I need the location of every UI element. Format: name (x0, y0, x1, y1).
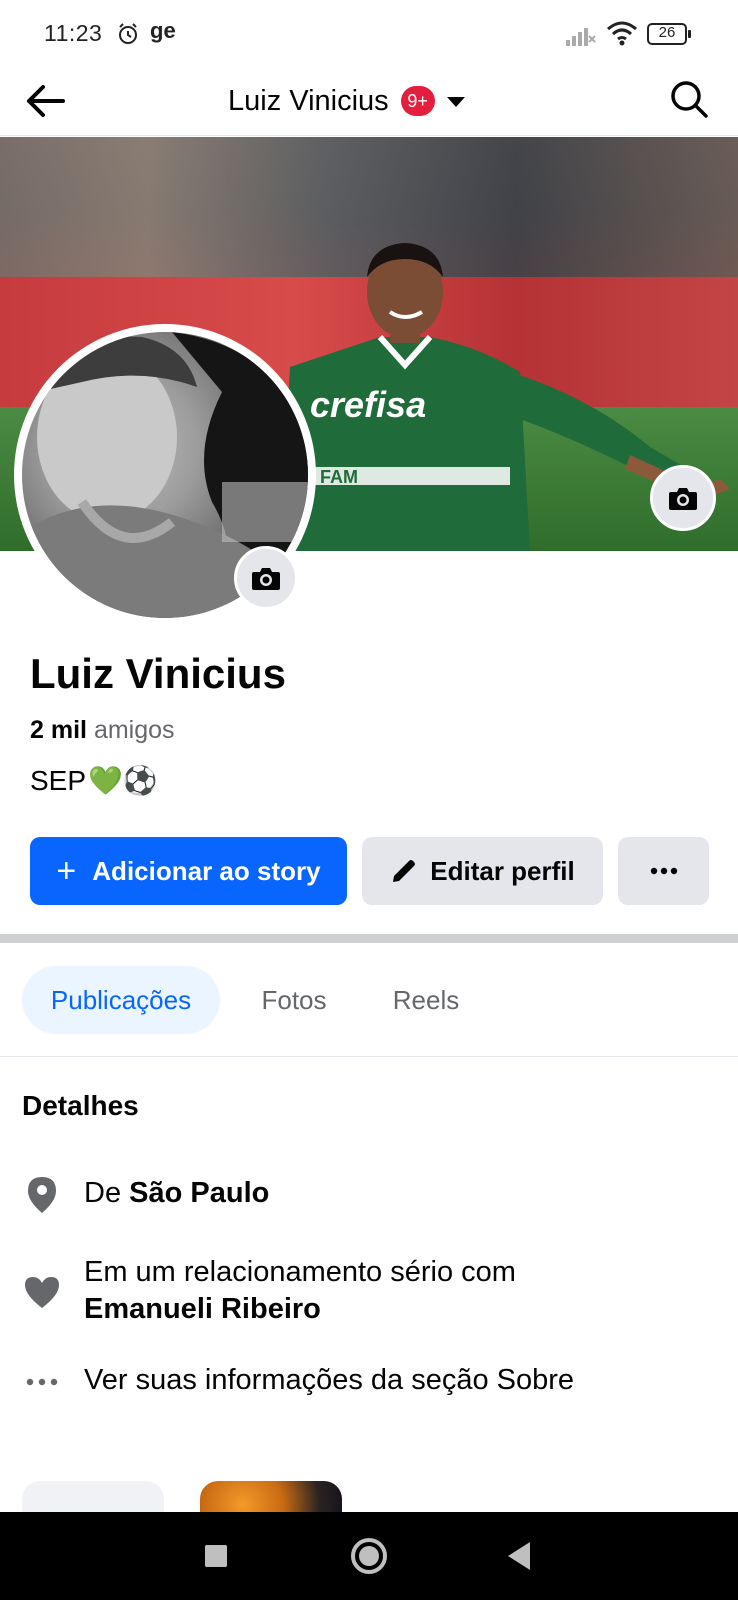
nav-title: Luiz Vinicius (228, 84, 389, 117)
svg-text:FAM: FAM (320, 467, 358, 487)
top-nav: Luiz Vinicius 9+ (0, 66, 738, 136)
change-avatar-button[interactable] (234, 546, 298, 610)
notification-badge: 9+ (400, 86, 435, 116)
profile-switcher[interactable]: Luiz Vinicius 9+ (228, 80, 467, 122)
section-divider (0, 934, 738, 943)
tab-publicacoes[interactable]: Publicações (22, 966, 220, 1034)
more-options-button[interactable] (618, 837, 709, 905)
bio: SEP 💚⚽ (30, 764, 158, 797)
location-pin-icon (22, 1175, 62, 1215)
relationship-partner[interactable]: Emanueli Ribeiro (84, 1293, 321, 1325)
details-heading: Detalhes (22, 1090, 139, 1121)
alarm-icon (119, 23, 137, 44)
relationship-text: Em um relacionamento sério com Emanueli … (84, 1254, 516, 1328)
battery-level: 26 (658, 24, 676, 41)
carrier-label: ge (150, 18, 176, 43)
location-prefix: De (84, 1177, 122, 1209)
search-button[interactable] (666, 76, 712, 122)
more-horizontal-icon (650, 867, 677, 875)
camera-icon (669, 488, 697, 510)
location-value[interactable]: São Paulo (129, 1177, 269, 1209)
wifi-icon (607, 21, 637, 46)
svg-text:crefisa: crefisa (310, 384, 426, 425)
tab-reels[interactable]: Reels (378, 966, 474, 1034)
relationship-prefix: Em um relacionamento sério com (84, 1256, 516, 1288)
pencil-icon (393, 860, 416, 882)
about-link: Ver suas informações da seção Sobre (84, 1364, 575, 1396)
bio-emojis: 💚⚽ (88, 765, 158, 796)
edit-profile-label: Editar perfil (430, 855, 575, 886)
status-bar: 11:23 ge 26 (0, 0, 738, 66)
caret-down-icon (446, 97, 465, 107)
friends-count: 2 mil (30, 716, 87, 744)
search-icon (671, 81, 708, 118)
ellipsis-icon (22, 1362, 62, 1402)
location-text: De São Paulo (84, 1175, 269, 1212)
back-button[interactable] (22, 78, 68, 124)
recent-apps-icon[interactable] (205, 1545, 227, 1567)
friends-label: amigos (93, 716, 175, 744)
detail-location: De São Paulo (22, 1175, 722, 1215)
heart-icon (22, 1272, 62, 1312)
tab-fotos[interactable]: Fotos (244, 966, 344, 1034)
status-time: 11:23 (44, 20, 103, 46)
about-link-row[interactable]: Ver suas informações da seção Sobre (22, 1362, 722, 1402)
edit-profile-button[interactable]: Editar perfil (362, 837, 603, 905)
signal-icon (566, 28, 596, 46)
profile-name: Luiz Vinicius (30, 650, 286, 697)
detail-relationship: Em um relacionamento sério com Emanueli … (22, 1254, 722, 1328)
camera-icon (252, 568, 280, 590)
battery-icon: 26 (647, 22, 693, 46)
friends-count-link[interactable]: 2 mil amigos (30, 716, 175, 745)
change-cover-button[interactable] (650, 465, 716, 531)
add-to-story-button[interactable]: + Adicionar ao story (30, 837, 347, 905)
home-icon-inner (359, 1546, 379, 1566)
arrow-left-icon (27, 85, 65, 117)
add-to-story-label: Adicionar ao story (92, 855, 321, 886)
system-back-icon[interactable] (508, 1542, 530, 1570)
bio-text: SEP (30, 764, 87, 796)
tabs-divider (0, 1056, 738, 1057)
plus-icon: + (56, 852, 77, 890)
